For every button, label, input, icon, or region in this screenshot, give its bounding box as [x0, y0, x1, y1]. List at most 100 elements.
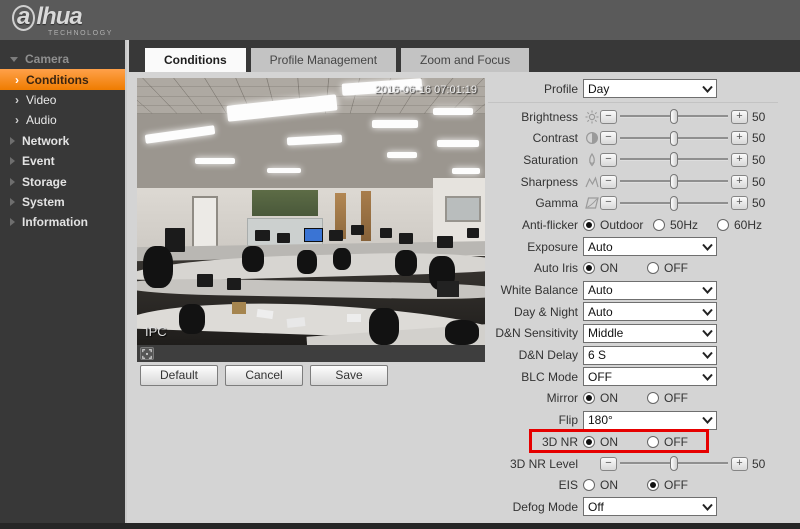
- chevron-down-icon: [702, 286, 713, 295]
- slider-increase-button[interactable]: +: [731, 131, 748, 146]
- scene-monitor: [255, 230, 270, 241]
- day-night-value: Auto: [588, 304, 613, 319]
- dn-delay-select[interactable]: 6 S: [583, 345, 717, 365]
- scene-monitor: [227, 278, 241, 290]
- scene-chair: [395, 250, 417, 276]
- day-night-row: Day & Night Auto: [488, 301, 778, 323]
- sidebar-item-system[interactable]: System: [0, 192, 125, 212]
- chevron-down-icon: [702, 330, 713, 338]
- sidebar-item-camera[interactable]: Camera: [0, 49, 125, 69]
- sidebar-item-network[interactable]: Network: [0, 131, 125, 151]
- slider-increase-button[interactable]: +: [731, 196, 748, 211]
- save-button[interactable]: Save: [310, 365, 388, 386]
- slider-handle[interactable]: [670, 195, 678, 211]
- scene-window: [445, 196, 481, 222]
- radio-eis-off[interactable]: [647, 479, 659, 492]
- tab-zoom-and-focus[interactable]: Zoom and Focus: [401, 48, 530, 72]
- radio-3d-nr-off[interactable]: [647, 435, 659, 448]
- slider-decrease-button[interactable]: −: [600, 152, 617, 167]
- exposure-select[interactable]: Auto: [583, 237, 717, 257]
- sidebar-event-label: Event: [22, 154, 55, 169]
- on-option-label: ON: [600, 434, 618, 449]
- sharpness-slider[interactable]: [620, 174, 728, 190]
- slider-decrease-button[interactable]: −: [600, 109, 617, 124]
- profile-select[interactable]: Day: [583, 79, 717, 99]
- tab-bar: Conditions Profile Management Zoom and F…: [129, 40, 800, 72]
- sidebar-item-event[interactable]: Event: [0, 151, 125, 171]
- radio-60hz[interactable]: [717, 218, 729, 231]
- scene-chair: [369, 308, 399, 345]
- slider-decrease-button[interactable]: −: [600, 456, 617, 471]
- slider-handle[interactable]: [670, 130, 678, 146]
- sharpness-label: Sharpness: [520, 174, 578, 189]
- 3d-nr-row: 3D NR ON OFF: [488, 429, 778, 453]
- saturation-slider[interactable]: [620, 152, 728, 168]
- white-balance-select[interactable]: Auto: [583, 280, 717, 300]
- slider-handle[interactable]: [670, 109, 678, 125]
- sidebar-item-conditions[interactable]: › Conditions: [0, 69, 125, 90]
- slider-handle[interactable]: [670, 174, 678, 190]
- slider-handle[interactable]: [670, 152, 678, 168]
- scene-light: [372, 120, 418, 128]
- day-night-label: Day & Night: [513, 304, 578, 319]
- off-option-label: OFF: [664, 434, 688, 449]
- radio-3d-nr-on[interactable]: [583, 435, 595, 448]
- radio-auto-iris-on[interactable]: [583, 262, 595, 275]
- tab-profile-management[interactable]: Profile Management: [250, 48, 397, 72]
- slider-decrease-button[interactable]: −: [600, 174, 617, 189]
- chevron-down-icon: [702, 351, 713, 360]
- tab-conditions[interactable]: Conditions: [145, 48, 246, 72]
- 3d-nr-level-value: 50: [752, 456, 766, 471]
- slider-increase-button[interactable]: +: [731, 109, 748, 124]
- chevron-down-icon: [702, 416, 713, 425]
- blc-mode-label: BLC Mode: [521, 369, 578, 384]
- saturation-value: 50: [752, 152, 766, 167]
- sidebar-storage-label: Storage: [22, 174, 67, 189]
- dn-sensitivity-select[interactable]: Middle: [583, 323, 717, 343]
- gamma-value: 50: [752, 196, 766, 211]
- defog-mode-select[interactable]: Off: [583, 497, 717, 517]
- cancel-button[interactable]: Cancel: [225, 365, 303, 386]
- sidebar-item-information[interactable]: Information: [0, 212, 125, 232]
- scene-printer: [437, 281, 459, 297]
- slider-increase-button[interactable]: +: [731, 152, 748, 167]
- scene-monitor: [399, 233, 413, 244]
- slider-handle[interactable]: [670, 456, 678, 472]
- sidebar-system-label: System: [22, 194, 65, 209]
- contrast-slider[interactable]: [620, 130, 728, 146]
- default-button[interactable]: Default: [140, 365, 218, 386]
- radio-50hz[interactable]: [653, 218, 665, 231]
- radio-eis-on[interactable]: [583, 479, 595, 492]
- off-option-label: OFF: [664, 391, 688, 406]
- flip-select[interactable]: 180°: [583, 410, 717, 430]
- radio-mirror-on[interactable]: [583, 392, 595, 405]
- sidebar-item-audio[interactable]: › Audio: [0, 110, 125, 130]
- on-option-label: ON: [600, 391, 618, 406]
- radio-auto-iris-off[interactable]: [647, 262, 659, 275]
- day-night-select[interactable]: Auto: [583, 302, 717, 322]
- dn-delay-row: D&N Delay 6 S: [488, 344, 778, 366]
- brightness-slider[interactable]: [620, 109, 728, 125]
- flip-value: 180°: [588, 413, 613, 428]
- sharpness-value: 50: [752, 174, 766, 189]
- scene-monitor-blue-screen: [304, 228, 323, 242]
- triangle-right-icon: [10, 157, 15, 166]
- slider-increase-button[interactable]: +: [731, 174, 748, 189]
- slider-decrease-button[interactable]: −: [600, 131, 617, 146]
- brightness-icon: [583, 110, 600, 124]
- scene-monitor: [467, 228, 479, 238]
- chevron-down-icon: [702, 85, 713, 93]
- mirror-row: Mirror ON OFF: [488, 388, 778, 410]
- 3d-nr-level-slider[interactable]: [620, 456, 728, 472]
- exposure-row: Exposure Auto: [488, 236, 778, 258]
- sidebar-item-video[interactable]: › Video: [0, 90, 125, 110]
- blc-mode-select[interactable]: OFF: [583, 367, 717, 387]
- radio-mirror-off[interactable]: [647, 392, 659, 405]
- sidebar-item-storage[interactable]: Storage: [0, 171, 125, 191]
- gamma-slider[interactable]: [620, 195, 728, 211]
- slider-increase-button[interactable]: +: [731, 456, 748, 471]
- triangle-down-icon: [10, 56, 18, 62]
- fullscreen-button[interactable]: [140, 347, 154, 360]
- slider-decrease-button[interactable]: −: [600, 196, 617, 211]
- radio-outdoor[interactable]: [583, 218, 595, 231]
